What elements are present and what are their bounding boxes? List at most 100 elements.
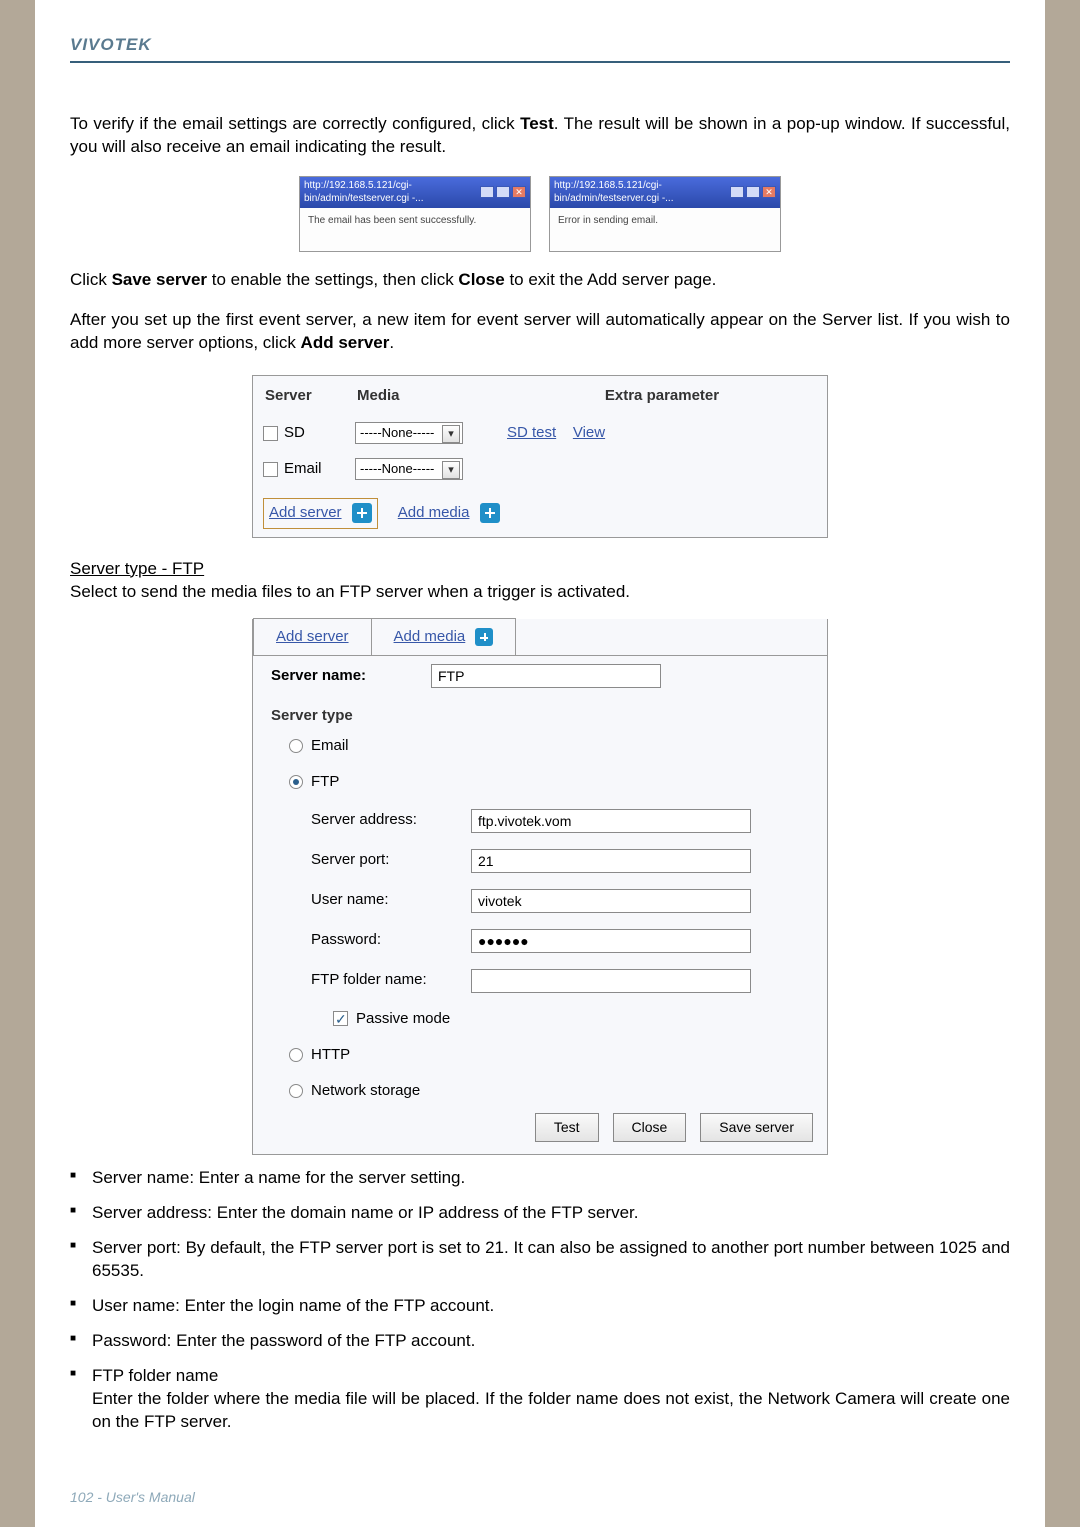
server-name-input[interactable]: FTP bbox=[431, 664, 661, 688]
after-setup-paragraph: After you set up the first event server,… bbox=[70, 309, 1010, 355]
save-server-button[interactable]: Save server bbox=[700, 1113, 813, 1142]
footer-page-label: 102 - User's Manual bbox=[70, 1489, 195, 1505]
server-name-row: Server name: FTP bbox=[253, 656, 827, 696]
popup-error: http://192.168.5.121/cgi-bin/admin/tests… bbox=[549, 176, 781, 253]
sd-test-link[interactable]: SD test bbox=[507, 424, 556, 441]
bullet-list: Server name: Enter a name for the server… bbox=[70, 1167, 1010, 1433]
row-email-label: Email bbox=[284, 460, 322, 477]
opt-http-label: HTTP bbox=[311, 1045, 350, 1065]
save-text-2: to enable the settings, then click bbox=[207, 270, 458, 289]
bullet-ftp-folder-body: Enter the folder where the media file wi… bbox=[92, 1389, 1010, 1431]
close-button[interactable]: Close bbox=[613, 1113, 687, 1142]
table-row: Email -----None----- bbox=[255, 452, 825, 486]
plus-icon bbox=[475, 628, 493, 646]
popup-error-title: http://192.168.5.121/cgi-bin/admin/tests… bbox=[550, 177, 780, 208]
server-name-label: Server name: bbox=[271, 666, 431, 686]
save-server-paragraph: Click Save server to enable the settings… bbox=[70, 269, 1010, 292]
tab-add-server[interactable]: Add server bbox=[253, 618, 372, 655]
verify-text-1: To verify if the email settings are corr… bbox=[70, 114, 520, 133]
password-label: Password: bbox=[271, 930, 471, 950]
save-text-3: to exit the Add server page. bbox=[505, 270, 717, 289]
minimize-icon[interactable] bbox=[480, 186, 494, 198]
row-sd-label: SD bbox=[284, 424, 305, 441]
add-media-button[interactable]: Add media bbox=[398, 504, 500, 521]
radio-http[interactable] bbox=[289, 1048, 303, 1062]
test-bold: Test bbox=[520, 114, 554, 133]
media-select-email-value: -----None----- bbox=[360, 461, 434, 476]
media-select-email[interactable]: -----None----- bbox=[355, 458, 463, 480]
after-text-1: After you set up the first event server,… bbox=[70, 310, 1010, 352]
header-divider bbox=[70, 61, 1010, 63]
view-link[interactable]: View bbox=[573, 424, 605, 441]
password-input[interactable]: ●●●●●● bbox=[471, 929, 751, 953]
save-text-1: Click bbox=[70, 270, 112, 289]
password-row: Password: ●●●●●● bbox=[253, 921, 827, 961]
minimize-icon[interactable] bbox=[730, 186, 744, 198]
plus-icon bbox=[352, 503, 372, 523]
add-media-label: Add media bbox=[398, 504, 470, 521]
tab-add-media-label: Add media bbox=[394, 628, 466, 645]
content-body: To verify if the email settings are corr… bbox=[35, 113, 1045, 1434]
popup-success-controls[interactable]: ✕ bbox=[480, 186, 526, 198]
bullet-server-port: Server port: By default, the FTP server … bbox=[70, 1237, 1010, 1283]
server-address-label: Server address: bbox=[271, 810, 471, 830]
user-name-row: User name: vivotek bbox=[253, 881, 827, 921]
popup-error-controls[interactable]: ✕ bbox=[730, 186, 776, 198]
ftp-folder-row: FTP folder name: bbox=[253, 961, 827, 1001]
opt-ftp-row: FTP bbox=[253, 764, 827, 800]
opt-ns-label: Network storage bbox=[311, 1081, 420, 1101]
close-icon[interactable]: ✕ bbox=[512, 186, 526, 198]
passive-mode-row: Passive mode bbox=[253, 1001, 827, 1037]
chevron-down-icon[interactable] bbox=[442, 461, 460, 479]
page: VIVOTEK To verify if the email settings … bbox=[35, 0, 1045, 1527]
user-name-label: User name: bbox=[271, 890, 471, 910]
test-button[interactable]: Test bbox=[535, 1113, 599, 1142]
popup-success: http://192.168.5.121/cgi-bin/admin/tests… bbox=[299, 176, 531, 253]
plus-icon bbox=[480, 503, 500, 523]
passive-mode-label: Passive mode bbox=[356, 1009, 450, 1029]
radio-email[interactable] bbox=[289, 739, 303, 753]
popup-success-title: http://192.168.5.121/cgi-bin/admin/tests… bbox=[300, 177, 530, 208]
ftp-section-desc: Select to send the media files to an FTP… bbox=[70, 581, 1010, 604]
media-select-sd-value: -----None----- bbox=[360, 425, 434, 440]
header: VIVOTEK bbox=[35, 0, 1045, 96]
save-server-bold: Save server bbox=[112, 270, 207, 289]
chevron-down-icon[interactable] bbox=[442, 425, 460, 443]
user-name-input[interactable]: vivotek bbox=[471, 889, 751, 913]
col-extra: Extra parameter bbox=[499, 378, 825, 414]
ftp-folder-input[interactable] bbox=[471, 969, 751, 993]
popup-row: http://192.168.5.121/cgi-bin/admin/tests… bbox=[70, 176, 1010, 253]
col-media: Media bbox=[347, 378, 497, 414]
opt-email-label: Email bbox=[311, 736, 349, 756]
media-select-sd[interactable]: -----None----- bbox=[355, 422, 463, 444]
opt-ns-row: Network storage bbox=[253, 1073, 827, 1109]
verify-paragraph: To verify if the email settings are corr… bbox=[70, 113, 1010, 159]
opt-email-row: Email bbox=[253, 728, 827, 764]
ftp-tabs: Add server Add media bbox=[253, 619, 827, 656]
maximize-icon[interactable] bbox=[496, 186, 510, 198]
close-icon[interactable]: ✕ bbox=[762, 186, 776, 198]
close-bold: Close bbox=[458, 270, 504, 289]
ftp-folder-label: FTP folder name: bbox=[271, 970, 471, 990]
server-port-input[interactable]: 21 bbox=[471, 849, 751, 873]
tab-add-media[interactable]: Add media bbox=[371, 618, 517, 655]
add-server-bold: Add server bbox=[301, 333, 390, 352]
add-server-label: Add server bbox=[269, 504, 342, 521]
server-type-label: Server type bbox=[253, 696, 827, 728]
add-server-button[interactable]: Add server bbox=[263, 498, 378, 528]
checkbox-passive-mode[interactable] bbox=[333, 1011, 348, 1026]
popup-success-body: The email has been sent successfully. bbox=[300, 208, 530, 252]
checkbox-email[interactable] bbox=[263, 462, 278, 477]
table-row: SD -----None----- SD test View bbox=[255, 416, 825, 450]
popup-success-url: http://192.168.5.121/cgi-bin/admin/tests… bbox=[304, 179, 480, 206]
after-text-2: . bbox=[389, 333, 394, 352]
server-list-table: Server Media Extra parameter SD -----Non… bbox=[252, 375, 828, 538]
server-address-input[interactable]: ftp.vivotek.vom bbox=[471, 809, 751, 833]
server-port-label: Server port: bbox=[271, 850, 471, 870]
checkbox-sd[interactable] bbox=[263, 426, 278, 441]
radio-ftp[interactable] bbox=[289, 775, 303, 789]
bullet-password: Password: Enter the password of the FTP … bbox=[70, 1330, 1010, 1353]
radio-network-storage[interactable] bbox=[289, 1084, 303, 1098]
maximize-icon[interactable] bbox=[746, 186, 760, 198]
bullet-ftp-folder: FTP folder name Enter the folder where t… bbox=[70, 1365, 1010, 1434]
